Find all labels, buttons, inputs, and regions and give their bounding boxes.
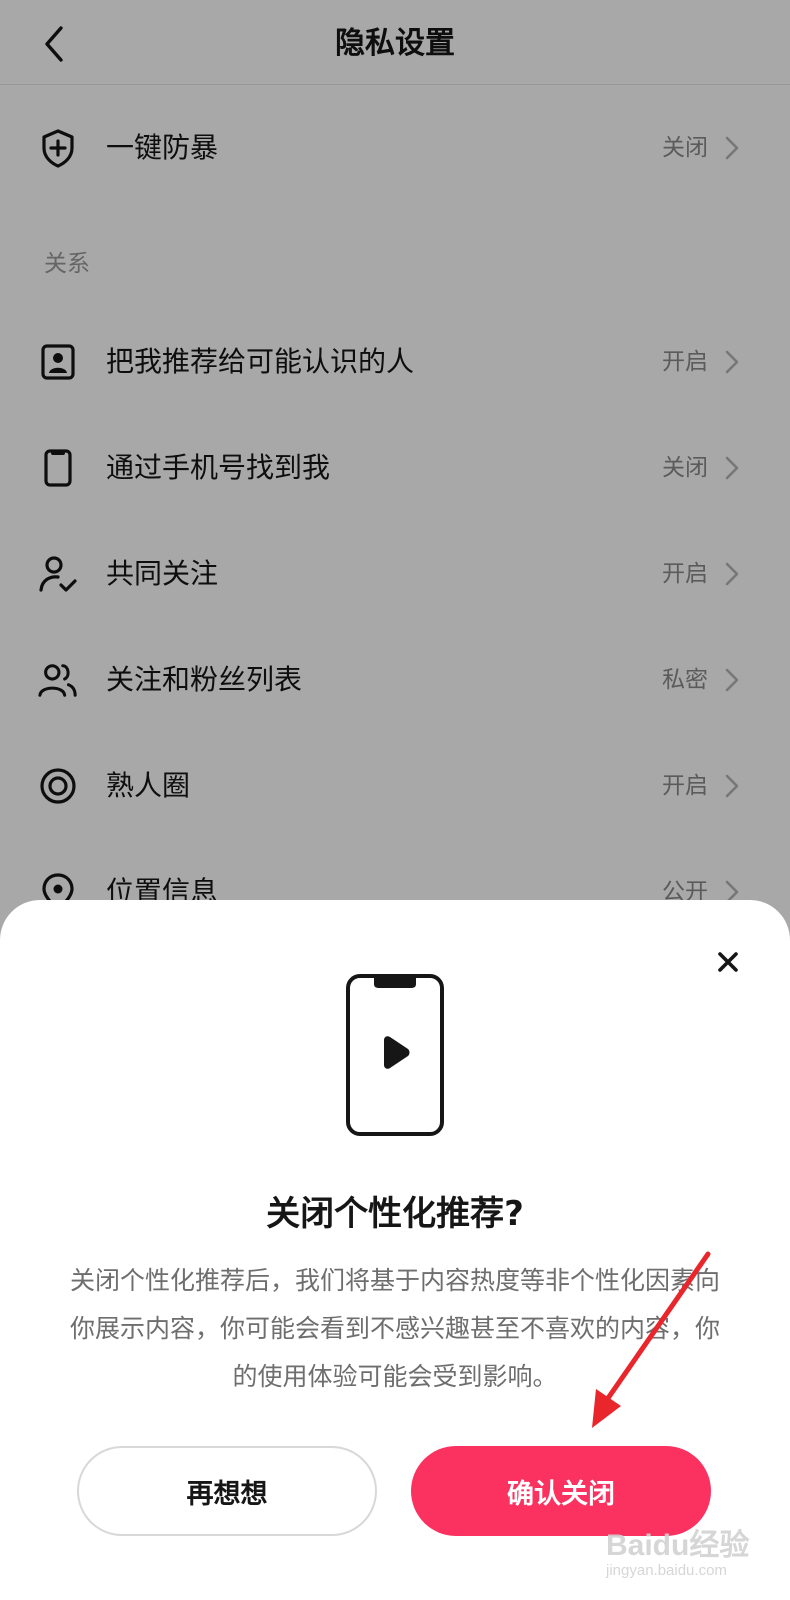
close-button[interactable] xyxy=(708,942,748,982)
dialog-title: 关闭个性化推荐? xyxy=(266,1194,524,1234)
baidu-watermark: Baidu经验 jingyan.baidu.com xyxy=(606,1520,749,1579)
close-icon xyxy=(718,952,738,972)
phone-play-icon xyxy=(346,974,444,1136)
watermark-brand: Baidu经验 xyxy=(606,1529,750,1562)
reconsider-button[interactable]: 再想想 xyxy=(77,1446,377,1536)
confirm-dialog-sheet: 关闭个性化推荐? 关闭个性化推荐后，我们将基于内容热度等非个性化因素向你展示内容… xyxy=(0,900,790,1600)
dialog-description: 关闭个性化推荐后，我们将基于内容热度等非个性化因素向你展示内容，你可能会看到不感… xyxy=(69,1266,720,1391)
watermark-url: jingyan.baidu.com xyxy=(606,1562,727,1579)
